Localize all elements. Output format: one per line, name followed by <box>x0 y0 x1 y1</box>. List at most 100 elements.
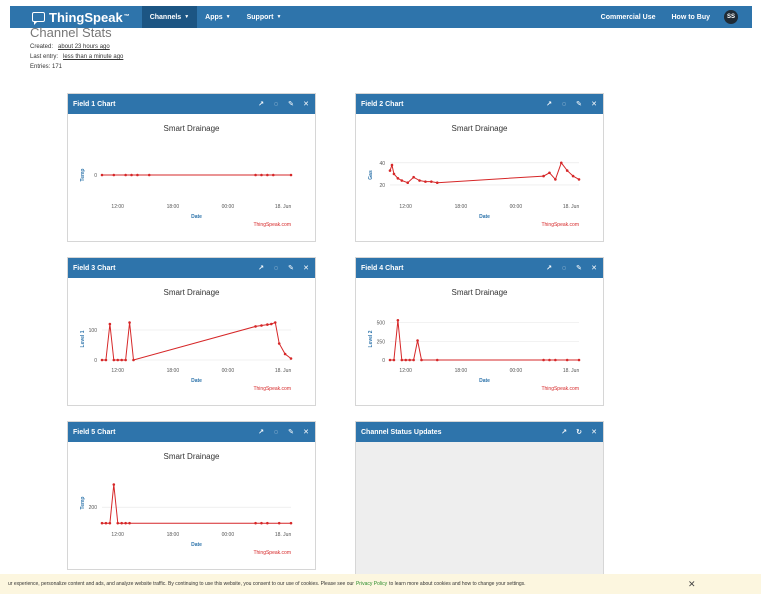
close-icon[interactable]: ✕ <box>302 428 310 436</box>
data-point <box>112 173 116 177</box>
data-point <box>128 321 131 324</box>
data-point <box>542 358 545 362</box>
y-tick-label: 250 <box>377 339 386 345</box>
privacy-policy-link[interactable]: Privacy Policy <box>356 581 387 587</box>
panel-header: Channel Status Updates ↗ ↻ ✕ <box>356 422 603 442</box>
chart-title: Smart Drainage <box>163 288 220 297</box>
data-point <box>130 173 133 177</box>
data-point <box>420 358 423 362</box>
data-point <box>147 173 151 177</box>
data-point <box>554 358 557 362</box>
x-axis-label: Date <box>479 214 490 220</box>
last-entry-label: Last entry: <box>30 54 59 60</box>
y-tick-label: 40 <box>379 161 385 167</box>
close-icon[interactable]: ✕ <box>590 264 598 272</box>
x-tick-label: 18. Jun <box>275 368 292 374</box>
data-point <box>273 321 277 324</box>
pencil-icon[interactable]: ✎ <box>287 100 295 108</box>
data-point <box>565 358 569 362</box>
cookie-text: ur experience, personalize content and a… <box>8 581 354 587</box>
x-tick-label: 18:00 <box>167 368 180 374</box>
comment-icon[interactable]: ◌ <box>272 264 280 272</box>
data-point <box>392 358 396 362</box>
data-point <box>124 173 127 177</box>
nav-commercial-use[interactable]: Commercial Use <box>593 6 664 28</box>
chart-credit: ThingSpeak.com <box>541 386 579 392</box>
close-icon[interactable]: ✕ <box>590 100 598 108</box>
x-axis-label: Date <box>479 378 490 384</box>
comment-icon[interactable]: ◌ <box>272 428 280 436</box>
panel-title: Channel Status Updates <box>361 428 442 436</box>
data-point <box>406 181 410 185</box>
field-2-chart: Smart Drainage 20 40 12:00 18:00 00:00 18. Jun… <box>368 124 581 228</box>
nav-apps[interactable]: Apps ▼ <box>197 6 238 28</box>
y-axis-label: Level 1 <box>80 330 86 347</box>
brand-logo[interactable]: ThingSpeak ™ <box>32 10 130 25</box>
created-value: about 23 hours ago <box>58 44 110 50</box>
data-point <box>260 324 263 327</box>
cookie-text-end: to learn more about cookies and how to c… <box>389 581 526 587</box>
pencil-icon[interactable]: ✎ <box>287 264 295 272</box>
data-point <box>260 173 263 177</box>
field-4-chart-panel: Field 4 Chart ↗ ◌ ✎ ✕ Smart Drainage 0 250… <box>355 257 604 406</box>
channel-stats-title: Channel Stats <box>30 25 112 40</box>
external-link-icon[interactable]: ↗ <box>545 264 553 272</box>
x-tick-label: 12:00 <box>111 532 124 538</box>
caret-down-icon: ▼ <box>276 14 282 20</box>
created-label: Created: <box>30 44 54 50</box>
data-point <box>408 358 411 362</box>
x-tick-label: 00:00 <box>510 204 523 210</box>
data-point <box>412 358 415 362</box>
external-link-icon[interactable]: ↗ <box>257 428 265 436</box>
data-point <box>392 172 396 176</box>
refresh-icon[interactable]: ↻ <box>575 428 583 436</box>
entries-line: Entries: 171 <box>30 64 63 70</box>
pencil-icon[interactable]: ✎ <box>575 264 583 272</box>
x-tick-label: 18. Jun <box>563 368 580 374</box>
external-link-icon[interactable]: ↗ <box>545 100 553 108</box>
comment-icon[interactable]: ◌ <box>272 100 280 108</box>
data-point <box>120 358 123 362</box>
panel-header: Field 5 Chart ↗ ◌ ✎ ✕ <box>68 422 315 442</box>
pencil-icon[interactable]: ✎ <box>287 428 295 436</box>
external-link-icon[interactable]: ↗ <box>560 428 568 436</box>
data-point <box>266 173 269 177</box>
data-point <box>435 181 439 185</box>
trademark: ™ <box>123 14 130 20</box>
x-tick-label: 00:00 <box>510 368 523 374</box>
data-point <box>124 521 127 525</box>
chart-credit: ThingSpeak.com <box>541 222 579 228</box>
data-point <box>112 483 116 486</box>
nav-channels[interactable]: Channels ▼ <box>141 6 198 28</box>
comment-icon[interactable]: ◌ <box>560 264 568 272</box>
field-3-chart: Smart Drainage 0 100 12:00 18:00 00:00 18. Jun… <box>80 288 293 392</box>
field-2-chart-panel: Field 2 Chart ↗ ◌ ✎ ✕ Smart Drainage 20 40… <box>355 93 604 242</box>
close-icon[interactable]: ✕ <box>302 264 310 272</box>
comment-icon[interactable]: ◌ <box>560 100 568 108</box>
close-icon[interactable]: ✕ <box>302 100 310 108</box>
nav-support-label: Support <box>246 13 274 21</box>
last-entry-value: less than a minute ago <box>63 54 124 60</box>
external-link-icon[interactable]: ↗ <box>257 100 265 108</box>
x-tick-label: 12:00 <box>399 204 412 210</box>
x-tick-label: 18:00 <box>455 204 468 210</box>
y-tick-label: 100 <box>89 328 98 334</box>
user-avatar[interactable]: SS <box>724 10 738 24</box>
nav-support[interactable]: Support ▼ <box>239 6 290 28</box>
cookie-close-icon[interactable]: ✕ <box>688 579 696 590</box>
panel-title: Field 5 Chart <box>73 428 116 436</box>
close-icon[interactable]: ✕ <box>590 428 598 436</box>
chart-title: Smart Drainage <box>451 124 508 133</box>
external-link-icon[interactable]: ↗ <box>257 264 265 272</box>
panel-title: Field 4 Chart <box>361 264 404 272</box>
chart-area: Smart Drainage 0 250 500 12:00 18:00 00:00 18. … <box>356 278 603 405</box>
y-tick-label: 0 <box>94 358 97 364</box>
y-axis-label: Temp <box>80 169 86 182</box>
data-point <box>396 177 400 180</box>
data-point <box>412 175 415 179</box>
x-tick-label: 12:00 <box>399 368 412 374</box>
data-point <box>128 521 131 525</box>
nav-how-to-buy[interactable]: How to Buy <box>664 6 719 28</box>
pencil-icon[interactable]: ✎ <box>575 100 583 108</box>
chart-area: Smart Drainage 20 40 12:00 18:00 00:00 18. Jun… <box>356 114 603 241</box>
